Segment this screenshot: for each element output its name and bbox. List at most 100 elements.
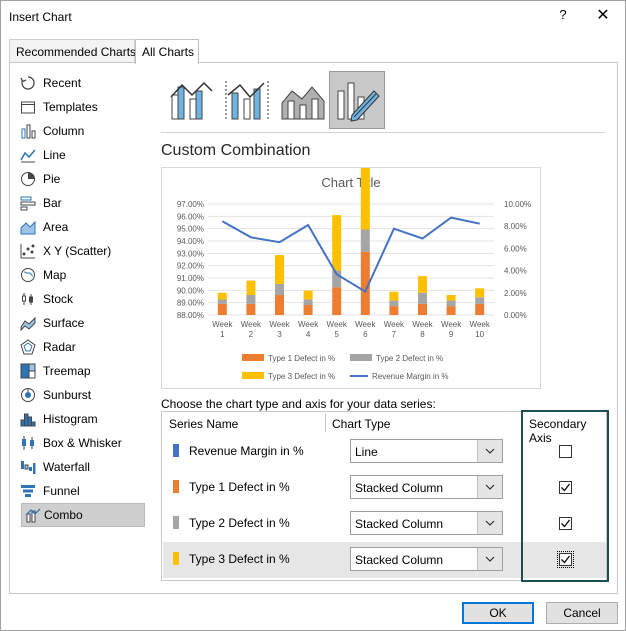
- subtype-custom-combination[interactable]: [329, 71, 385, 129]
- tab-all-charts[interactable]: All Charts: [135, 39, 199, 64]
- header-chart-type: Chart Type: [332, 417, 391, 431]
- bar-segment: [275, 255, 284, 284]
- column-icon: [13, 119, 43, 143]
- chart-type-value: Stacked Column: [355, 481, 444, 495]
- sidebar-item-recent[interactable]: Recent: [13, 71, 137, 95]
- sidebar-item-label: Radar: [43, 340, 76, 354]
- chevron-down-icon[interactable]: [477, 440, 502, 462]
- sidebar-item-combo[interactable]: Combo: [21, 503, 145, 527]
- primary-axis-tick: 91.00%: [177, 274, 204, 283]
- bar-icon: [13, 191, 43, 215]
- legend-label: Type 3 Defect in %: [268, 372, 335, 381]
- combo-icon: [22, 503, 44, 527]
- primary-axis-tick: 89.00%: [177, 299, 204, 308]
- category-label-number: 1: [220, 330, 225, 339]
- category-label-word: Week: [212, 320, 233, 329]
- sidebar-item-funnel[interactable]: Funnel: [13, 479, 137, 503]
- chart-type-value: Stacked Column: [355, 517, 444, 531]
- category-label-word: Week: [298, 320, 319, 329]
- sidebar-item-label: Funnel: [43, 484, 80, 498]
- series-color-swatch: [173, 480, 179, 493]
- sidebar-item-map[interactable]: Map: [13, 263, 137, 287]
- header-separator: [325, 414, 326, 432]
- bar-segment: [446, 300, 456, 307]
- chart-type-select[interactable]: Stacked Column: [350, 511, 503, 535]
- sidebar-item-label: Waterfall: [43, 460, 90, 474]
- subtype-stacked-area-column[interactable]: [275, 71, 331, 129]
- chart-type-value: Stacked Column: [355, 553, 444, 567]
- subtype-column-line-secondary-axis[interactable]: [219, 71, 275, 129]
- secondary-axis-tick: 10.00%: [504, 200, 531, 209]
- ok-button[interactable]: OK: [462, 602, 534, 624]
- bar-segment: [217, 303, 227, 315]
- line-icon: [13, 143, 43, 167]
- bar-segment: [303, 299, 313, 306]
- secondary-axis-tick: 8.00%: [504, 222, 527, 231]
- chevron-down-icon[interactable]: [477, 476, 502, 498]
- templates-icon: [13, 95, 43, 119]
- surface-icon: [13, 311, 43, 335]
- gallery-separator: [161, 132, 605, 133]
- secondary-axis-tick: 6.00%: [504, 244, 527, 253]
- bar-segment: [475, 303, 485, 315]
- legend-color-key: [242, 372, 264, 379]
- sidebar-item-line[interactable]: Line: [13, 143, 137, 167]
- choose-series-label: Choose the chart type and axis for your …: [161, 397, 436, 411]
- category-label-word: Week: [269, 320, 290, 329]
- category-label-word: Week: [355, 320, 376, 329]
- cancel-button[interactable]: Cancel: [546, 602, 618, 624]
- legend-color-key: [242, 354, 264, 361]
- sidebar-item-label: Histogram: [43, 412, 98, 426]
- sidebar-item-box-whisker[interactable]: Box & Whisker: [13, 431, 137, 455]
- sidebar-item-column[interactable]: Column: [13, 119, 137, 143]
- chart-type-select[interactable]: Stacked Column: [350, 475, 503, 499]
- stock-icon: [13, 287, 43, 311]
- tab-recommended-charts[interactable]: Recommended Charts: [9, 39, 136, 63]
- sidebar-item-bar[interactable]: Bar: [13, 191, 137, 215]
- close-button[interactable]: ✕: [593, 5, 613, 25]
- sidebar-item-waterfall[interactable]: Waterfall: [13, 455, 137, 479]
- sidebar-item-pie[interactable]: Pie: [13, 167, 137, 191]
- chevron-down-icon[interactable]: [477, 512, 502, 534]
- funnel-icon: [13, 479, 43, 503]
- bar-segment: [446, 306, 456, 315]
- sidebar-item-stock[interactable]: Stock: [13, 287, 137, 311]
- help-button[interactable]: ?: [553, 7, 573, 22]
- sidebar-item-treemap[interactable]: Treemap: [13, 359, 137, 383]
- series-name: Type 3 Defect in %: [189, 552, 290, 566]
- sidebar-item-radar[interactable]: Radar: [13, 335, 137, 359]
- category-label-word: Week: [441, 320, 462, 329]
- radar-icon: [13, 335, 43, 359]
- sidebar-item-templates[interactable]: Templates: [13, 95, 137, 119]
- chart-type-select[interactable]: Line: [350, 439, 503, 463]
- sidebar-item-label: Bar: [43, 196, 62, 210]
- category-label-number: 3: [277, 330, 282, 339]
- bar-segment: [246, 303, 256, 315]
- chart-type-select[interactable]: Stacked Column: [350, 547, 503, 571]
- subtype-clustered-column-line[interactable]: [163, 71, 219, 129]
- series-color-swatch: [173, 516, 179, 529]
- sunburst-icon: [13, 383, 43, 407]
- scatter-icon: [13, 239, 43, 263]
- legend-color-key: [350, 354, 372, 361]
- primary-axis-tick: 96.00%: [177, 212, 204, 221]
- custom-combination-pencil-icon: [337, 82, 380, 122]
- bar-segment: [389, 306, 399, 315]
- sidebar-item-area[interactable]: Area: [13, 215, 137, 239]
- dialog-title: Insert Chart: [9, 10, 72, 24]
- sidebar-item-label: Line: [43, 148, 66, 162]
- sidebar-item-x-y-scatter[interactable]: X Y (Scatter): [13, 239, 137, 263]
- chevron-down-icon[interactable]: [477, 548, 502, 570]
- sidebar-item-surface[interactable]: Surface: [13, 311, 137, 335]
- bar-segment: [332, 215, 342, 271]
- series-name: Type 2 Defect in %: [189, 516, 290, 530]
- histogram-icon: [13, 407, 43, 431]
- category-label-word: Week: [470, 320, 491, 329]
- sidebar-item-sunburst[interactable]: Sunburst: [13, 383, 137, 407]
- primary-axis-tick: 88.00%: [177, 311, 204, 320]
- bar-segment: [246, 295, 256, 304]
- category-label-word: Week: [241, 320, 262, 329]
- primary-axis-tick: 97.00%: [177, 200, 204, 209]
- sidebar-item-histogram[interactable]: Histogram: [13, 407, 137, 431]
- primary-axis-tick: 95.00%: [177, 225, 204, 234]
